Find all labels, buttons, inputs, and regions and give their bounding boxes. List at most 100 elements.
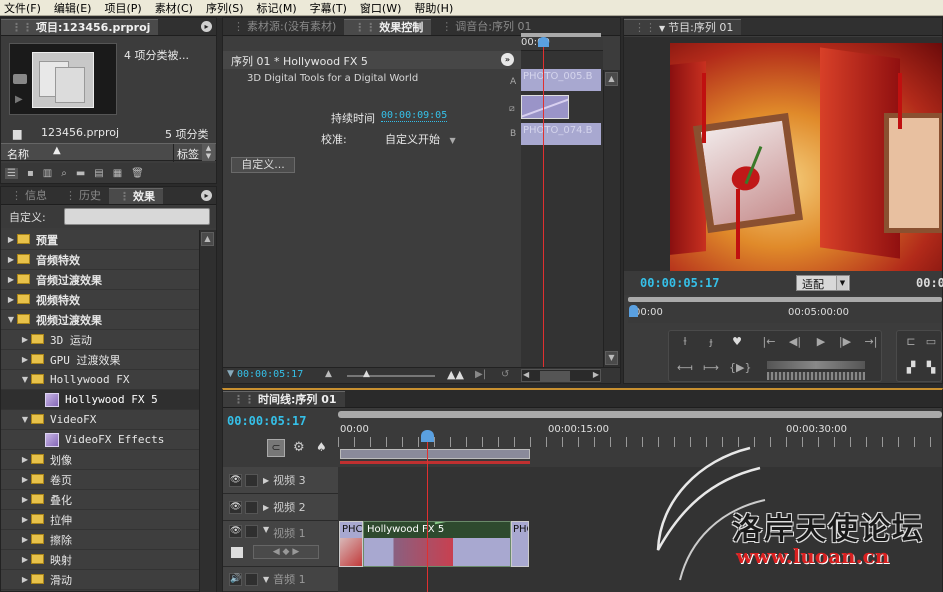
- duration-value[interactable]: 00:00:09:05: [381, 110, 448, 122]
- expand-right-icon[interactable]: ▶: [19, 495, 31, 504]
- expand-right-icon[interactable]: ▶: [19, 355, 31, 364]
- scroll-right-icon[interactable]: ▶: [593, 370, 599, 379]
- lock-toggle[interactable]: [245, 525, 258, 538]
- effects-tree-item[interactable]: ▶ 滑动: [1, 570, 199, 590]
- marker-icon[interactable]: ♠: [316, 440, 327, 454]
- goto-prev-marker-icon[interactable]: ⟻: [677, 361, 693, 375]
- play-thumb-icon[interactable]: ▶: [15, 94, 23, 105]
- display-style-icon[interactable]: [231, 547, 243, 558]
- tab-info[interactable]: ⋮ 信息: [1, 188, 55, 204]
- expand-right-icon[interactable]: ▶: [19, 535, 31, 544]
- program-playhead-handle[interactable]: [629, 305, 638, 317]
- effects-tree-item[interactable]: ▶ 视频特效: [1, 290, 199, 310]
- expand-icon[interactable]: ▼: [263, 525, 269, 534]
- goto-next-marker-icon[interactable]: ⟼: [703, 361, 719, 375]
- goto-out-icon[interactable]: →|: [863, 335, 879, 349]
- clear-icon[interactable]: ▦: [113, 168, 122, 179]
- step-back-icon[interactable]: ◀|: [787, 335, 803, 349]
- timeline-playhead[interactable]: [427, 434, 428, 592]
- clip-transition-hfx[interactable]: Hollywood FX 5: [363, 521, 511, 567]
- mark-in-icon[interactable]: ƚ: [677, 335, 693, 349]
- clip-photo-2[interactable]: PHC: [511, 521, 529, 567]
- effects-tree-item[interactable]: ▶ 拉伸: [1, 510, 199, 530]
- effects-search-input[interactable]: [64, 208, 210, 225]
- eye-icon[interactable]: 👁: [229, 525, 242, 538]
- scroll-up-icon[interactable]: ▲: [605, 72, 618, 86]
- effects-tree-item[interactable]: ▶ 3D 运动: [1, 330, 199, 350]
- collapse-icon[interactable]: ▶: [263, 503, 269, 512]
- effect-controls-timecode[interactable]: 00:00:05:17: [237, 369, 303, 380]
- timeline-playhead-handle[interactable]: [421, 430, 434, 442]
- zoom-slider-handle[interactable]: ▲: [363, 369, 370, 379]
- edge-view-icon[interactable]: ⚙: [293, 440, 305, 455]
- eye-icon[interactable]: 👁: [229, 473, 242, 487]
- tab-effect-controls[interactable]: ⋮⋮ 效果控制: [344, 19, 432, 35]
- effect-controls-scrollbar[interactable]: ▲ ▼: [603, 70, 620, 367]
- effects-scrollbar[interactable]: ▲: [199, 230, 216, 592]
- safe-margins-icon[interactable]: ▭: [923, 335, 939, 349]
- expand-right-icon[interactable]: ▶: [19, 515, 31, 524]
- column-label[interactable]: 标签: [177, 146, 199, 162]
- expand-right-icon[interactable]: ▶: [19, 475, 31, 484]
- clip-a[interactable]: PHOTO_005.B: [521, 69, 601, 91]
- expand-down-icon[interactable]: ▼: [5, 315, 17, 324]
- loop-icon[interactable]: ⊏: [903, 335, 919, 349]
- effects-tree-item[interactable]: ▶ 卷页: [1, 470, 199, 490]
- expand-down-icon[interactable]: ▼: [19, 415, 31, 424]
- new-item-icon[interactable]: ▤: [94, 168, 103, 179]
- lock-toggle[interactable]: [245, 572, 258, 586]
- effects-tree-item[interactable]: ▼ VideoFX: [1, 410, 199, 430]
- effects-tree-item[interactable]: ▶ 叠化: [1, 490, 199, 510]
- expand-right-icon[interactable]: ▶: [5, 235, 17, 244]
- zoom-out-icon[interactable]: ▲: [325, 369, 332, 379]
- delete-icon[interactable]: 🗑: [131, 168, 144, 179]
- menu-project[interactable]: 项目(P): [104, 0, 141, 16]
- mini-playhead-handle[interactable]: [538, 37, 549, 47]
- find-icon[interactable]: ⌕: [61, 168, 67, 179]
- expand-right-icon[interactable]: ▶: [5, 295, 17, 304]
- menu-title[interactable]: 字幕(T): [310, 0, 347, 16]
- goto-in-icon[interactable]: |←: [761, 335, 777, 349]
- header-scroll-icon[interactable]: ▲ ▼: [202, 144, 215, 161]
- play-audio-icon[interactable]: ▶|: [475, 369, 486, 380]
- play-in-out-icon[interactable]: {▶}: [729, 361, 751, 375]
- keyframe-nav-icon[interactable]: ◀ ◆ ▶: [253, 545, 319, 559]
- menu-edit[interactable]: 编辑(E): [54, 0, 92, 16]
- expand-right-icon[interactable]: ▶: [19, 335, 31, 344]
- speaker-icon[interactable]: 🔊: [229, 572, 242, 586]
- scroll-up-icon[interactable]: ▲: [201, 232, 214, 246]
- loop-icon[interactable]: ↺: [501, 369, 509, 380]
- expand-right-icon[interactable]: ▶: [19, 575, 31, 584]
- step-forward-icon[interactable]: |▶: [837, 335, 853, 349]
- transition-block[interactable]: [521, 95, 569, 119]
- lift-icon[interactable]: ▞: [903, 361, 919, 375]
- fit-dropdown[interactable]: 适配 ▼: [796, 275, 850, 291]
- tab-history[interactable]: ⋮ 历史: [55, 188, 109, 204]
- zoom-in-icon[interactable]: ▲▲: [447, 368, 464, 381]
- show-timeline-icon[interactable]: »: [501, 53, 514, 66]
- tab-timeline[interactable]: ⋮⋮ 时间线:序列 01: [223, 391, 345, 407]
- play-icon[interactable]: ▶: [813, 335, 829, 349]
- custom-button[interactable]: 自定义...: [231, 157, 295, 173]
- snap-icon[interactable]: ⊂: [267, 439, 285, 457]
- alignment-select[interactable]: 自定义开始 ▼: [385, 131, 456, 147]
- menu-clip[interactable]: 素材(C): [155, 0, 193, 16]
- effects-tree-item[interactable]: VideoFX Effects: [1, 430, 199, 450]
- work-area-bar[interactable]: [340, 449, 530, 459]
- expand-right-icon[interactable]: ▶: [19, 555, 31, 564]
- lock-toggle[interactable]: [245, 473, 258, 487]
- effects-tree-item[interactable]: ▶ 预置: [1, 230, 199, 250]
- menu-help[interactable]: 帮助(H): [414, 0, 453, 16]
- column-name[interactable]: 名称: [7, 146, 29, 162]
- set-marker-icon[interactable]: ♥: [729, 335, 745, 349]
- tab-effects[interactable]: ⋮ 效果: [109, 188, 163, 204]
- scroll-down-icon[interactable]: ▼: [605, 351, 618, 365]
- expand-down-icon[interactable]: ▼: [19, 375, 31, 384]
- collapse-icon[interactable]: ▶: [263, 476, 269, 485]
- jog-wheel[interactable]: [767, 372, 865, 380]
- extract-icon[interactable]: ▚: [923, 361, 939, 375]
- panel-menu-icon[interactable]: ▸: [201, 190, 212, 201]
- footer-play-icon[interactable]: ▼: [227, 369, 234, 379]
- menu-file[interactable]: 文件(F): [4, 0, 41, 16]
- panel-menu-icon[interactable]: ▸: [201, 21, 212, 32]
